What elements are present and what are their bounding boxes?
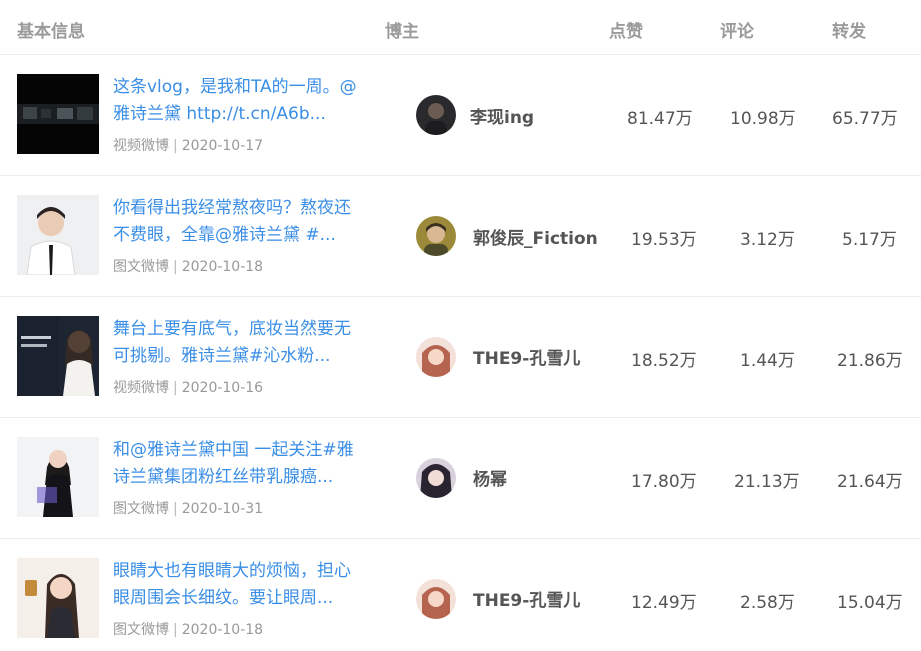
table-row: 舞台上要有底气，底妆当然要无可挑剔。雅诗兰黛#沁水粉... 视频微博 | 2020-… [0, 297, 921, 418]
meta-separator: | [173, 501, 178, 517]
post-meta: 图文微博 | 2020-10-31 [113, 498, 263, 518]
post-date: 2020-10-31 [181, 501, 264, 517]
avatar-image [416, 458, 456, 498]
video-frame-image [17, 74, 99, 154]
post-meta: 图文微博 | 2020-10-18 [113, 619, 263, 639]
blogger-name[interactable]: 杨幂 [473, 465, 507, 490]
avatar[interactable] [416, 579, 456, 619]
portrait-photo-image [17, 437, 99, 517]
post-date: 2020-10-16 [181, 380, 264, 396]
avatar[interactable] [416, 458, 456, 498]
meta-separator: | [173, 138, 178, 154]
header-likes[interactable]: 点赞 [609, 17, 643, 42]
post-meta: 视频微博 | 2020-10-16 [113, 377, 263, 397]
post-type: 图文微博 [113, 259, 169, 275]
post-thumbnail-image[interactable] [17, 437, 99, 517]
meta-separator: | [173, 259, 178, 275]
post-text-link[interactable]: 眼睛大也有眼睛大的烦恼，担心眼周围会长细纹。要让眼周... [113, 558, 361, 612]
header-basic-info: 基本信息 [17, 22, 85, 42]
post-type: 图文微博 [113, 622, 169, 638]
likes-count: 19.53万 [631, 230, 697, 250]
avatar-image [416, 337, 456, 377]
cosmetics-ad-image [17, 316, 99, 396]
header-comments[interactable]: 评论 [720, 17, 754, 42]
comments-count: 2.58万 [740, 593, 795, 613]
comments-count: 1.44万 [740, 351, 795, 371]
post-type: 图文微博 [113, 501, 169, 517]
meta-separator: | [173, 622, 178, 638]
blogger-name[interactable]: THE9-孔雪儿 [473, 344, 580, 369]
blogger-name[interactable]: 李现ing [470, 103, 534, 128]
shares-count: 15.04万 [837, 593, 903, 613]
shares-count: 21.86万 [837, 351, 903, 371]
avatar-image [416, 216, 456, 256]
table-row: 眼睛大也有眼睛大的烦恼，担心眼周围会长细纹。要让眼周... 图文微博 | 2020-… [0, 539, 921, 651]
likes-count: 81.47万 [627, 109, 693, 129]
blogger-name[interactable]: THE9-孔雪儿 [473, 586, 580, 611]
post-date: 2020-10-18 [181, 622, 264, 638]
avatar[interactable] [416, 95, 456, 135]
shares-count: 65.77万 [832, 109, 898, 129]
likes-count: 12.49万 [631, 593, 697, 613]
likes-count: 17.80万 [631, 472, 697, 492]
header-blogger: 博主 [385, 22, 419, 42]
post-text-link[interactable]: 你看得出我经常熬夜吗？熬夜还不费眼，全靠@雅诗兰黛 #... [113, 195, 361, 249]
table-row: 和@雅诗兰黛中国 一起关注#雅诗兰黛集团粉红丝带乳腺癌... 图文微博 | 2020… [0, 418, 921, 539]
post-text-link[interactable]: 这条vlog，是我和TA的一周。@雅诗兰黛 http://t.cn/A6b... [113, 74, 361, 128]
avatar[interactable] [416, 337, 456, 377]
table-header: 基本信息 博主 点赞 评论 转发 [0, 0, 921, 55]
shares-count: 21.64万 [837, 472, 903, 492]
header-shares[interactable]: 转发 [832, 17, 866, 42]
post-type: 视频微博 [113, 138, 169, 154]
meta-separator: | [173, 380, 178, 396]
post-thumbnail-video[interactable] [17, 316, 99, 396]
post-text-link[interactable]: 舞台上要有底气，底妆当然要无可挑剔。雅诗兰黛#沁水粉... [113, 316, 361, 370]
comments-count: 21.13万 [734, 472, 800, 492]
post-type: 视频微博 [113, 380, 169, 396]
comments-count: 10.98万 [730, 109, 796, 129]
post-thumbnail-image[interactable] [17, 558, 99, 638]
post-date: 2020-10-18 [181, 259, 264, 275]
blogger-name[interactable]: 郭俊辰_Fiction [473, 224, 598, 249]
likes-count: 18.52万 [631, 351, 697, 371]
table-row: 这条vlog，是我和TA的一周。@雅诗兰黛 http://t.cn/A6b...… [0, 55, 921, 176]
comments-count: 3.12万 [740, 230, 795, 250]
post-text-link[interactable]: 和@雅诗兰黛中国 一起关注#雅诗兰黛集团粉红丝带乳腺癌... [113, 437, 361, 491]
table-row: 你看得出我经常熬夜吗？熬夜还不费眼，全靠@雅诗兰黛 #... 图文微博 | 2020… [0, 176, 921, 297]
post-meta: 视频微博 | 2020-10-17 [113, 135, 263, 155]
portrait-photo-image [17, 558, 99, 638]
portrait-photo-image [17, 195, 99, 275]
post-meta: 图文微博 | 2020-10-18 [113, 256, 263, 276]
avatar-image [416, 579, 456, 619]
post-date: 2020-10-17 [181, 138, 264, 154]
avatar-image [416, 95, 456, 135]
post-thumbnail-video[interactable] [17, 74, 99, 154]
post-thumbnail-image[interactable] [17, 195, 99, 275]
avatar[interactable] [416, 216, 456, 256]
shares-count: 5.17万 [842, 230, 897, 250]
